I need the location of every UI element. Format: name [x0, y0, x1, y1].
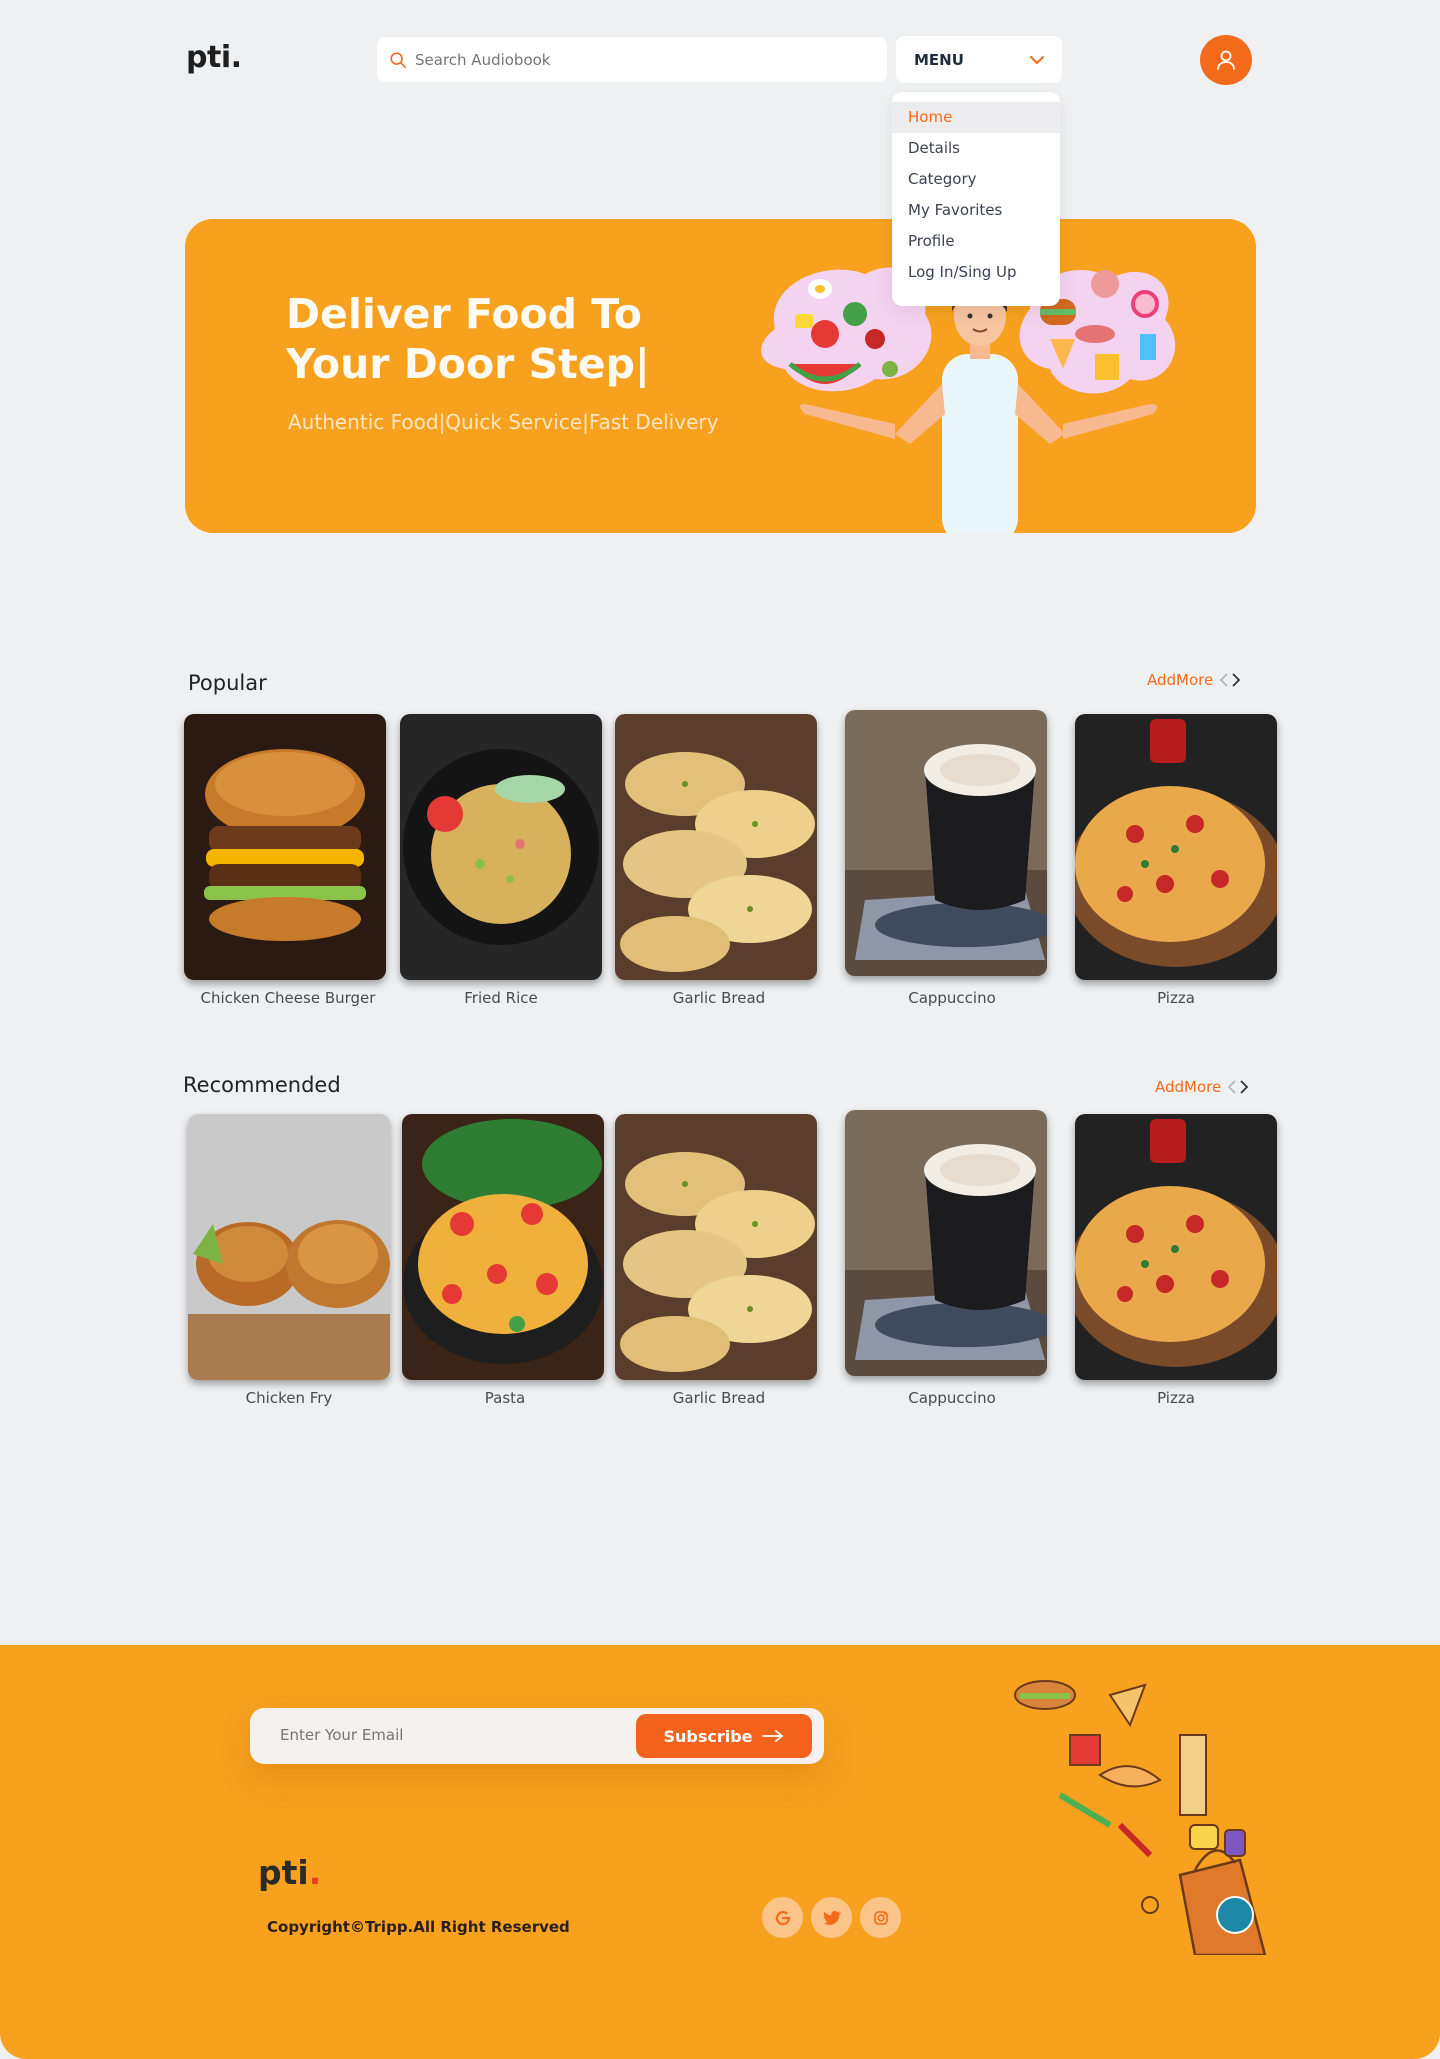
page: pti. MENU Home Details Category My Favor…: [0, 0, 1440, 2059]
footer: Subscribe pti. Copyright©Tripp.All Right…: [0, 1645, 1440, 2059]
menu-dropdown-button[interactable]: MENU: [896, 36, 1062, 83]
food-bag-illustration: [1014, 1680, 1267, 1955]
food-card-label: Pizza: [1157, 1389, 1195, 1407]
food-card-cappuccino[interactable]: [845, 710, 1047, 976]
popular-addmore: AddMore: [1147, 671, 1241, 689]
search-input[interactable]: [415, 50, 855, 69]
menu-item-details[interactable]: Details: [892, 133, 1060, 164]
google-icon: [775, 1910, 790, 1925]
user-icon: [1217, 50, 1235, 70]
search-icon: [390, 51, 407, 68]
food-card-label: Garlic Bread: [672, 1389, 766, 1407]
popular-section-title: Popular: [188, 671, 267, 695]
food-card-pizza[interactable]: [1075, 714, 1277, 980]
food-card-pizza[interactable]: [1075, 1114, 1277, 1380]
cappuccino-image: [845, 1110, 1047, 1376]
food-card-label: Chicken Fry: [245, 1389, 333, 1407]
fried-rice-image: [400, 714, 602, 980]
garlic-bread-image: [615, 714, 817, 980]
garlic-bread-image: [615, 1114, 817, 1380]
chevron-right-icon[interactable]: [1231, 672, 1241, 688]
twitter-icon: [823, 1910, 841, 1925]
burger-image: [184, 714, 386, 980]
twitter-link[interactable]: [811, 1897, 852, 1938]
chevron-right-icon[interactable]: [1239, 1079, 1249, 1095]
food-card-pasta[interactable]: [402, 1114, 604, 1380]
food-card-label: Pizza: [1157, 989, 1195, 1007]
food-card-label: Fried Rice: [464, 989, 538, 1007]
menu-item-login[interactable]: Log In/Sing Up: [892, 257, 1060, 288]
arrow-right-icon: [761, 1730, 783, 1742]
user-avatar-button[interactable]: [1200, 35, 1252, 85]
social-links: [762, 1897, 901, 1938]
food-card-label: Garlic Bread: [672, 989, 766, 1007]
cappuccino-image: [845, 710, 1047, 976]
instagram-link[interactable]: [860, 1897, 901, 1938]
popular-addmore-link[interactable]: AddMore: [1147, 671, 1213, 689]
pizza-image: [1075, 1114, 1277, 1380]
food-card-label: Cappuccino: [908, 1389, 996, 1407]
chevron-left-icon[interactable]: [1227, 1079, 1237, 1095]
footer-logo-text: pti: [258, 1853, 309, 1892]
recommended-addmore-link[interactable]: AddMore: [1155, 1078, 1221, 1096]
chicken-fry-image: [188, 1114, 390, 1380]
pizza-image: [1075, 714, 1277, 980]
search-bar[interactable]: [377, 37, 887, 82]
menu-item-profile[interactable]: Profile: [892, 226, 1060, 257]
food-card-cappuccino[interactable]: [845, 1110, 1047, 1376]
recommended-addmore: AddMore: [1155, 1078, 1249, 1096]
food-card-burger[interactable]: [184, 714, 386, 980]
menu-item-home[interactable]: Home: [892, 102, 1060, 133]
hero-banner: Deliver Food To Your Door Step| Authenti…: [185, 219, 1256, 533]
instagram-icon: [873, 1910, 888, 1925]
hero-subtitle: Authentic Food|Quick Service|Fast Delive…: [288, 410, 719, 434]
food-card-label: Chicken Cheese Burger: [200, 989, 376, 1007]
food-card-fried-rice[interactable]: [400, 714, 602, 980]
footer-logo[interactable]: pti.: [258, 1853, 321, 1892]
footer-logo-dot: .: [308, 1853, 322, 1892]
food-card-label: Cappuccino: [908, 989, 996, 1007]
menu-dropdown: Home Details Category My Favorites Profi…: [892, 92, 1060, 306]
menu-item-favorites[interactable]: My Favorites: [892, 195, 1060, 226]
menu-label: MENU: [914, 50, 964, 69]
newsletter-form: Subscribe: [250, 1708, 824, 1764]
google-link[interactable]: [762, 1897, 803, 1938]
menu-item-category[interactable]: Category: [892, 164, 1060, 195]
subscribe-button[interactable]: Subscribe: [636, 1714, 812, 1758]
food-card-label: Pasta: [484, 1389, 526, 1407]
chevron-left-icon[interactable]: [1219, 672, 1229, 688]
chevron-down-icon: [1030, 55, 1044, 64]
food-card-garlic-bread[interactable]: [615, 714, 817, 980]
email-input[interactable]: [280, 1726, 580, 1744]
site-logo[interactable]: pti.: [186, 40, 242, 75]
subscribe-label: Subscribe: [663, 1726, 753, 1746]
food-card-garlic-bread[interactable]: [615, 1114, 817, 1380]
copyright-text: Copyright©Tripp.All Right Reserved: [267, 1918, 570, 1936]
recommended-section-title: Recommended: [183, 1073, 341, 1097]
food-card-chicken-fry[interactable]: [188, 1114, 390, 1380]
hero-title: Deliver Food To Your Door Step|: [286, 290, 650, 388]
pasta-image: [402, 1114, 604, 1380]
